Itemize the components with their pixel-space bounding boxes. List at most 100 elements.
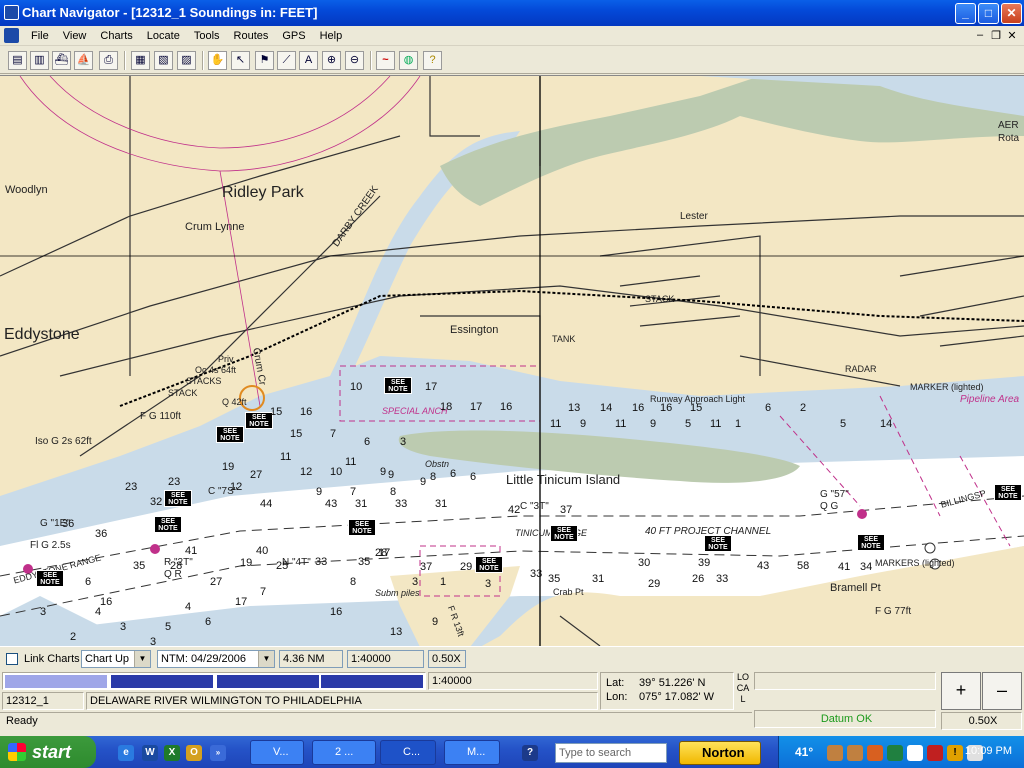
label-subm-piles: Subm piles — [375, 588, 420, 598]
select-arrow-icon[interactable]: ↖ — [231, 51, 250, 70]
mdi-close-button[interactable]: ✕ — [1004, 29, 1020, 42]
depth-sounding: 9 — [650, 418, 657, 430]
mdi-restore-button[interactable]: ❐ — [988, 29, 1004, 42]
depth-sounding: 29 — [460, 561, 473, 573]
see-note-marker[interactable]: SEE NOTE — [245, 412, 273, 429]
text-tool-icon[interactable]: A — [299, 51, 318, 70]
excel-icon[interactable]: X — [164, 745, 180, 761]
label-c3t: C "3T" — [520, 501, 549, 512]
zoom-out-icon[interactable]: ⊖ — [345, 51, 364, 70]
menu-file[interactable]: File — [24, 29, 56, 43]
show-desktop-icon[interactable]: » — [210, 745, 226, 761]
ntm-date-select[interactable]: NTM: 04/29/2006 ▼ — [157, 650, 275, 668]
word-icon[interactable]: W — [142, 745, 158, 761]
help-icon[interactable]: ? — [522, 745, 538, 761]
chevron-down-icon[interactable]: ▼ — [258, 651, 274, 667]
see-note-marker[interactable]: SEE NOTE — [704, 535, 732, 552]
waypoint-flag-icon[interactable]: ⚑ — [255, 51, 274, 70]
taskbar-item-m[interactable]: M... — [444, 740, 500, 765]
warning-icon[interactable]: ! — [947, 745, 963, 761]
chart-list-icon[interactable]: ▥ — [30, 51, 49, 70]
norton-button[interactable]: Norton — [679, 741, 761, 765]
menu-gps[interactable]: GPS — [275, 29, 312, 43]
boat-icon[interactable]: ⛴ — [52, 51, 71, 70]
taskbar-item-ie[interactable]: V... — [250, 740, 304, 765]
minimize-button[interactable]: _ — [955, 3, 976, 24]
depth-sounding: 43 — [757, 560, 770, 572]
label-radar: RADAR — [845, 364, 877, 374]
document-icon[interactable] — [4, 28, 19, 43]
globe-icon[interactable]: ◍ — [399, 51, 418, 70]
tray-app-icon[interactable] — [867, 745, 883, 761]
open-chart-icon[interactable]: ▤ — [8, 51, 27, 70]
zoom-out-button[interactable]: – — [982, 672, 1022, 710]
label-stack-1: STACK — [645, 294, 675, 304]
app-icon[interactable] — [4, 5, 19, 20]
help-icon[interactable]: ? — [423, 51, 442, 70]
label-ridley-park: Ridley Park — [222, 184, 304, 201]
search-input[interactable]: Type to search — [555, 743, 667, 763]
depth-sounding: 11 — [280, 451, 292, 463]
chevron-down-icon[interactable]: ▼ — [134, 651, 150, 667]
menu-routes[interactable]: Routes — [227, 29, 276, 43]
menu-view[interactable]: View — [56, 29, 94, 43]
depth-sounding: 31 — [592, 573, 605, 585]
see-note-marker[interactable]: SEE NOTE — [348, 519, 376, 536]
print-icon[interactable]: ⎙ — [99, 51, 118, 70]
see-note-marker[interactable]: SEE NOTE — [550, 525, 578, 542]
tray-app-icon[interactable] — [927, 745, 943, 761]
see-note-marker[interactable]: SEE NOTE — [994, 484, 1022, 501]
menu-bar: File View Charts Locate Tools Routes GPS… — [0, 26, 1024, 46]
tray-app-icon[interactable] — [827, 745, 843, 761]
see-note-marker[interactable]: SEE NOTE — [384, 377, 412, 394]
link-charts-checkbox[interactable] — [6, 653, 18, 665]
depth-sounding: 36 — [95, 528, 108, 540]
menu-charts[interactable]: Charts — [93, 29, 139, 43]
depth-sounding: 23 — [125, 481, 138, 493]
depth-sounding: 9 — [316, 486, 323, 498]
layers-icon[interactable]: ▧ — [154, 51, 173, 70]
ie-icon[interactable]: e — [118, 745, 134, 761]
catalog-icon[interactable]: ▨ — [177, 51, 196, 70]
see-note-marker[interactable]: SEE NOTE — [216, 426, 244, 443]
taskbar-item-chart-navigator[interactable]: C... — [380, 740, 436, 765]
mdi-minimize-button[interactable]: – — [972, 29, 988, 41]
see-note-marker[interactable]: SEE NOTE — [475, 556, 503, 573]
label-pipeline-area: Pipeline Area — [960, 394, 1020, 405]
outlook-icon[interactable]: O — [186, 745, 202, 761]
tray-app-icon[interactable] — [847, 745, 863, 761]
zoom-in-icon[interactable]: ⊕ — [322, 51, 341, 70]
see-note-marker[interactable]: SEE NOTE — [164, 490, 192, 507]
zoom-display: 0.50X — [428, 650, 466, 668]
weather-temperature[interactable]: 41° — [795, 745, 813, 759]
tray-app-icon[interactable] — [887, 745, 903, 761]
depth-sounding: 34 — [860, 561, 873, 573]
depth-sounding: 43 — [325, 498, 338, 510]
depth-sounding: 7 — [330, 428, 337, 440]
depth-sounding: 2 — [800, 402, 807, 414]
ship-icon[interactable]: ⛵ — [74, 51, 93, 70]
tray-app-icon[interactable] — [907, 745, 923, 761]
close-button[interactable]: ✕ — [1001, 3, 1022, 24]
chart-orientation-select[interactable]: Chart Up ▼ — [81, 650, 151, 668]
menu-locate[interactable]: Locate — [140, 29, 187, 43]
gps-status-field — [754, 672, 936, 690]
start-button[interactable]: start — [0, 736, 96, 768]
zoom-in-button[interactable]: + — [941, 672, 981, 710]
menu-help[interactable]: Help — [313, 29, 350, 43]
measure-line-icon[interactable]: ⟋ — [277, 51, 296, 70]
see-note-marker[interactable]: SEE NOTE — [36, 570, 64, 587]
chart-view[interactable]: Ridley Park Woodlyn Crum Lynne Eddystone… — [0, 75, 1024, 646]
label-lester: Lester — [680, 211, 708, 222]
maximize-button[interactable]: □ — [978, 3, 999, 24]
see-note-marker[interactable]: SEE NOTE — [154, 516, 182, 533]
menu-tools[interactable]: Tools — [187, 29, 227, 43]
see-note-marker[interactable]: SEE NOTE — [857, 534, 885, 551]
depth-sounding: 5 — [840, 418, 847, 430]
taskbar-item-group[interactable]: 2 ... — [312, 740, 376, 765]
hand-pan-icon[interactable]: ✋ — [208, 51, 227, 70]
depth-sounding: 6 — [364, 436, 371, 448]
grid-icon[interactable]: ▦ — [131, 51, 150, 70]
depth-sounding: 1 — [440, 576, 447, 588]
gps-signal-icon[interactable]: ~ — [376, 51, 395, 70]
